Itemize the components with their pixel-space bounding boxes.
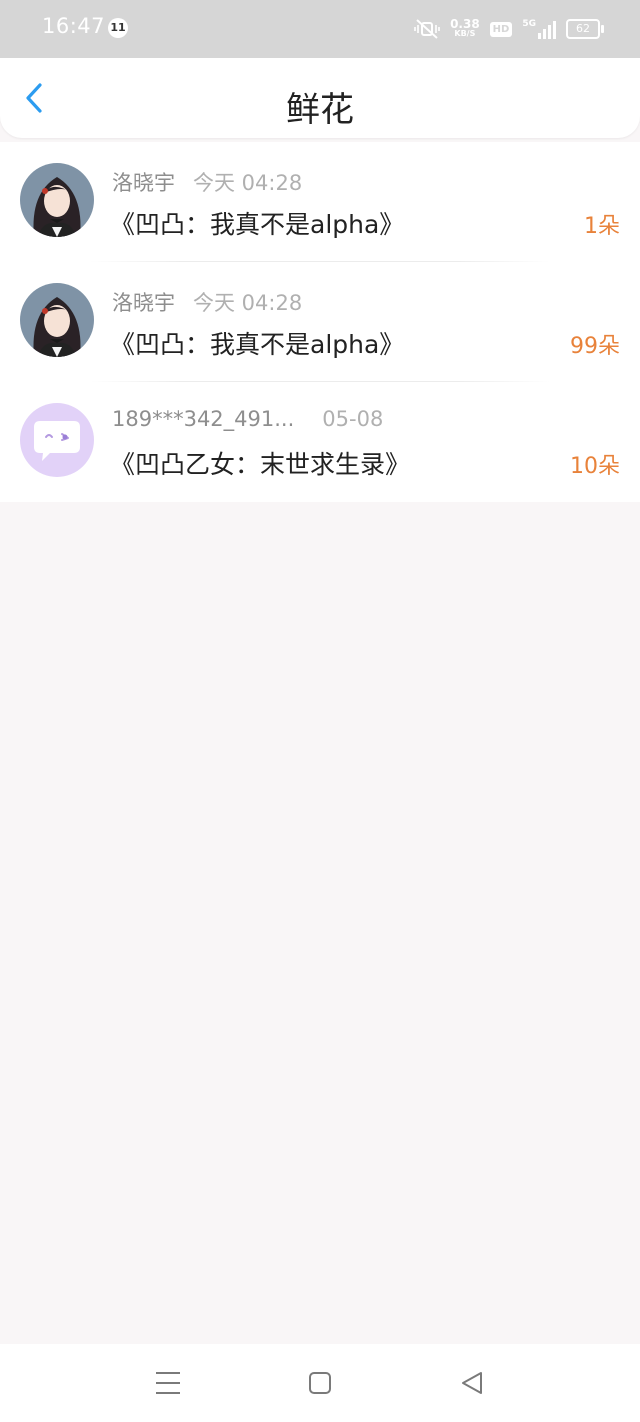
battery-indicator: 62 xyxy=(566,19,604,39)
item-meta: 洛晓宇 今天 04:28 xyxy=(112,167,302,197)
chat-bubble-avatar-icon xyxy=(20,403,94,477)
hd-badge: HD xyxy=(489,21,513,37)
back-triangle-icon xyxy=(462,1372,482,1394)
item-meta: 洛晓宇 今天 04:28 xyxy=(112,287,302,317)
anime-girl-avatar-icon xyxy=(20,163,94,237)
item-username: 189***342_491... xyxy=(112,407,295,431)
user-avatar[interactable] xyxy=(20,403,94,477)
status-indicators: 0.38 KB/S HD 5G 62 xyxy=(414,14,604,44)
menu-button[interactable] xyxy=(153,1368,183,1398)
list-item[interactable]: 洛晓宇 今天 04:28 《凹凸：我真不是alpha》 1朵 xyxy=(0,142,640,262)
item-time: 05-08 xyxy=(322,407,384,431)
page-title: 鲜花 xyxy=(286,90,354,130)
app-header: 鲜花 xyxy=(0,58,640,138)
user-avatar[interactable] xyxy=(20,163,94,237)
system-nav-bar xyxy=(0,1344,640,1422)
notification-badge: 11 xyxy=(108,18,128,38)
signal-indicator: 5G xyxy=(522,19,556,39)
item-flower-count: 10朵 xyxy=(570,454,620,479)
item-time: 今天 04:28 xyxy=(193,171,303,195)
menu-icon xyxy=(156,1372,180,1394)
item-username: 洛晓宇 xyxy=(112,291,175,315)
item-username: 洛晓宇 xyxy=(112,171,175,195)
home-button[interactable] xyxy=(305,1368,335,1398)
user-avatar[interactable] xyxy=(20,283,94,357)
item-flower-count: 99朵 xyxy=(570,334,620,359)
net-speed-value: 0.38 xyxy=(450,17,480,31)
anime-girl-avatar-icon xyxy=(20,283,94,357)
item-time: 今天 04:28 xyxy=(193,291,303,315)
list-item[interactable]: 189***342_491... 05-08 《凹凸乙女：末世求生录》 10朵 xyxy=(0,382,640,502)
item-book-title: 《凹凸：我真不是alpha》 xyxy=(110,210,405,239)
item-book-title: 《凹凸：我真不是alpha》 xyxy=(110,330,405,359)
signal-bars-icon xyxy=(538,21,556,39)
net-speed: 0.38 KB/S xyxy=(450,17,480,39)
flower-list: 洛晓宇 今天 04:28 《凹凸：我真不是alpha》 1朵 洛晓宇 今天 04… xyxy=(0,142,640,502)
list-item[interactable]: 洛晓宇 今天 04:28 《凹凸：我真不是alpha》 99朵 xyxy=(0,262,640,382)
network-type: 5G xyxy=(522,19,536,29)
home-square-icon xyxy=(309,1372,331,1394)
status-time: 16:47 xyxy=(42,14,106,38)
net-speed-unit: KB/S xyxy=(454,29,476,38)
item-book-title: 《凹凸乙女：末世求生录》 xyxy=(110,450,411,479)
item-meta: 189***342_491... 05-08 xyxy=(112,407,383,431)
nav-back-button[interactable] xyxy=(457,1368,487,1398)
item-flower-count: 1朵 xyxy=(584,214,620,239)
status-bar: 16:47 11 0.38 KB/S HD 5G 62 xyxy=(0,0,640,58)
vibrate-mute-icon xyxy=(414,19,440,39)
